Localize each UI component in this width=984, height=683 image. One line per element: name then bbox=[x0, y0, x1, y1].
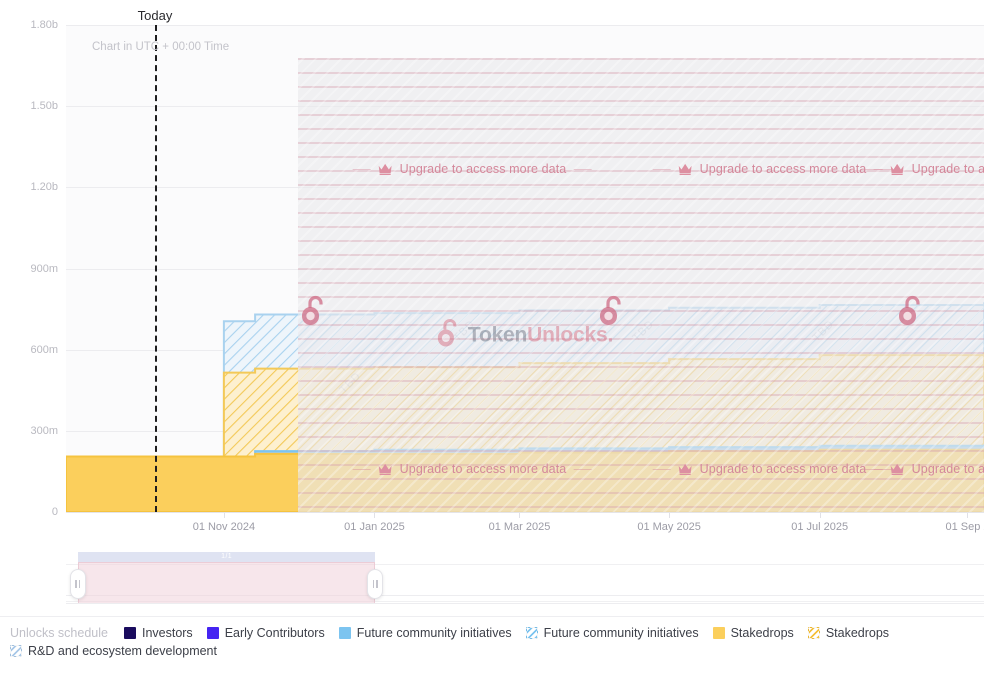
legend-item[interactable]: Stakedrops bbox=[713, 626, 794, 640]
grip-bar bbox=[376, 580, 378, 588]
legend-item-label: Stakedrops bbox=[731, 626, 794, 640]
legend-item[interactable]: R&D and ecosystem development bbox=[10, 644, 217, 658]
unlocks-schedule-chart-panel: TBD TBD TBD TBD TokenUnlocks. Upgrade to… bbox=[0, 0, 984, 683]
y-axis-tick-label: 900m bbox=[0, 263, 58, 275]
grip-bar bbox=[79, 580, 81, 588]
grip-bar bbox=[373, 580, 375, 588]
x-axis-tick bbox=[374, 513, 375, 518]
legend-item[interactable]: Early Contributors bbox=[207, 626, 325, 640]
x-axis-tick bbox=[820, 513, 821, 518]
x-axis-tick bbox=[224, 513, 225, 518]
legend-swatch bbox=[207, 627, 219, 639]
legend-item[interactable]: Future community initiatives bbox=[526, 626, 699, 640]
legend-item-label: Investors bbox=[142, 626, 193, 640]
chart-legend: Unlocks schedule Investors Early Contribu… bbox=[10, 626, 974, 658]
legend-swatch bbox=[526, 627, 538, 639]
legend-item[interactable]: Future community initiatives bbox=[339, 626, 512, 640]
brush-bottom-border bbox=[66, 603, 984, 604]
stacked-area-series bbox=[66, 25, 984, 512]
legend-item-label: Future community initiatives bbox=[357, 626, 512, 640]
today-marker-line bbox=[155, 25, 157, 512]
legend-item-label: Future community initiatives bbox=[544, 626, 699, 640]
x-axis-tick bbox=[967, 513, 968, 518]
grip-bar bbox=[75, 580, 77, 588]
y-axis-tick-label: 0 bbox=[0, 506, 58, 518]
legend-swatch bbox=[808, 627, 820, 639]
chart-plot-area[interactable]: TBD TBD TBD TBD TokenUnlocks. Upgrade to… bbox=[66, 25, 984, 512]
y-axis-tick-label: 1.20b bbox=[0, 181, 58, 193]
y-axis-tick-label: 1.80b bbox=[0, 19, 58, 31]
legend-item[interactable]: Stakedrops bbox=[808, 626, 889, 640]
utc-time-note: Chart in UTC + 00:00 Time bbox=[92, 41, 229, 53]
x-axis-tick-label: 01 Nov 2024 bbox=[193, 521, 255, 533]
legend-title: Unlocks schedule bbox=[10, 626, 108, 640]
legend-divider bbox=[0, 616, 984, 617]
x-axis-tick-label: 01 Sep 2 bbox=[945, 521, 984, 533]
legend-item-label: R&D and ecosystem development bbox=[28, 644, 217, 658]
brush-handle-left[interactable] bbox=[70, 569, 86, 599]
legend-swatch bbox=[713, 627, 725, 639]
legend-swatch bbox=[10, 645, 22, 657]
y-axis-tick-label: 1.50b bbox=[0, 100, 58, 112]
x-axis-tick bbox=[519, 513, 520, 518]
brush-selection-window[interactable] bbox=[78, 562, 375, 604]
x-axis-tick-label: 01 May 2025 bbox=[637, 521, 701, 533]
x-axis-tick-label: 01 Jan 2025 bbox=[344, 521, 405, 533]
x-axis-tick-label: 01 Mar 2025 bbox=[489, 521, 551, 533]
legend-item-label: Early Contributors bbox=[225, 626, 325, 640]
brush-mini-label: 1/1 bbox=[221, 552, 232, 562]
brush-mini-bar: 1/1 bbox=[78, 552, 375, 562]
legend-item[interactable]: Investors bbox=[124, 626, 193, 640]
y-axis-tick-label: 600m bbox=[0, 344, 58, 356]
y-axis-tick-label: 300m bbox=[0, 425, 58, 437]
area-band-stakedrops-solid bbox=[66, 448, 984, 512]
legend-item-label: Stakedrops bbox=[826, 626, 889, 640]
range-brush[interactable]: 1/1 bbox=[66, 552, 984, 604]
brush-handle-right[interactable] bbox=[367, 569, 383, 599]
legend-swatch bbox=[124, 627, 136, 639]
x-axis-tick bbox=[669, 513, 670, 518]
today-marker-label: Today bbox=[138, 8, 173, 23]
x-axis-tick-label: 01 Jul 2025 bbox=[791, 521, 848, 533]
legend-swatch bbox=[339, 627, 351, 639]
x-axis: 01 Nov 2024 01 Jan 2025 01 Mar 2025 01 May … bbox=[66, 513, 984, 541]
